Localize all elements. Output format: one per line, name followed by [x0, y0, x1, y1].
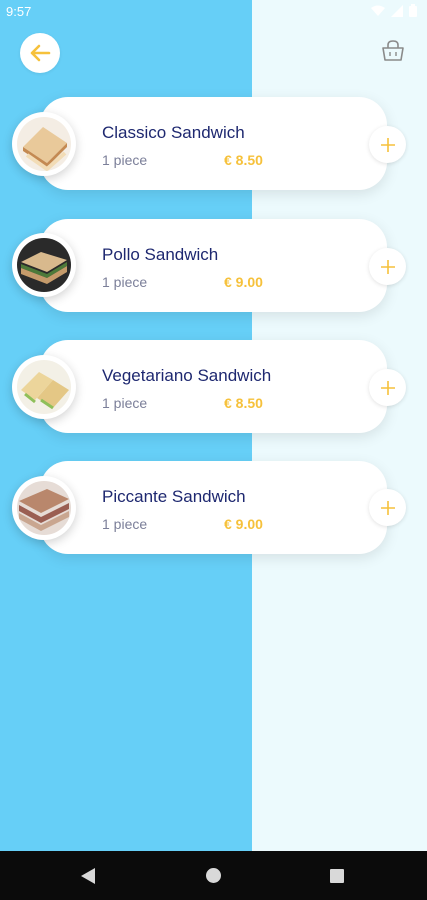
basket-icon: [382, 40, 404, 61]
item-quantity: 1 piece: [102, 274, 148, 290]
plus-icon: [380, 500, 395, 515]
signal-icon: [391, 4, 403, 17]
item-price: € 8.50: [224, 152, 263, 168]
back-button[interactable]: [20, 33, 60, 73]
nav-home-icon[interactable]: [206, 868, 221, 883]
add-button[interactable]: [369, 369, 406, 406]
add-button[interactable]: [369, 248, 406, 285]
plus-icon: [380, 259, 395, 274]
status-icons: [371, 4, 417, 17]
sandwich-image: [17, 238, 71, 292]
item-title: Vegetariano Sandwich: [102, 366, 272, 385]
cart-button[interactable]: [380, 38, 406, 64]
plus-icon: [380, 380, 395, 395]
item-thumbnail: [12, 355, 76, 419]
item-quantity: 1 piece: [102, 395, 148, 411]
navigation-bar: [0, 851, 427, 900]
list-item[interactable]: Classico Sandwich 1 piece € 8.50: [40, 97, 387, 190]
nav-back-icon[interactable]: [81, 868, 95, 884]
nav-recents-icon[interactable]: [330, 869, 344, 883]
item-price: € 9.00: [224, 516, 263, 532]
list-item[interactable]: Piccante Sandwich 1 piece € 9.00: [40, 461, 387, 554]
item-thumbnail: [12, 476, 76, 540]
list-item[interactable]: Vegetariano Sandwich 1 piece € 8.50: [40, 340, 387, 433]
status-bar: 9:57: [0, 0, 427, 24]
arrow-left-icon: [30, 44, 51, 62]
add-button[interactable]: [369, 489, 406, 526]
plus-icon: [380, 137, 395, 152]
add-button[interactable]: [369, 126, 406, 163]
wifi-icon: [371, 5, 385, 16]
sandwich-image: [17, 360, 71, 414]
sandwich-image: [17, 117, 71, 171]
item-quantity: 1 piece: [102, 152, 148, 168]
item-quantity: 1 piece: [102, 516, 148, 532]
item-price: € 9.00: [224, 274, 263, 290]
item-thumbnail: [12, 112, 76, 176]
item-price: € 8.50: [224, 395, 263, 411]
sandwich-image: [17, 481, 71, 535]
list-item[interactable]: Pollo Sandwich 1 piece € 9.00: [40, 219, 387, 312]
status-time: 9:57: [6, 4, 32, 19]
item-thumbnail: [12, 233, 76, 297]
item-title: Piccante Sandwich: [102, 487, 246, 506]
item-title: Classico Sandwich: [102, 123, 245, 142]
battery-icon: [409, 4, 417, 17]
item-title: Pollo Sandwich: [102, 245, 219, 264]
